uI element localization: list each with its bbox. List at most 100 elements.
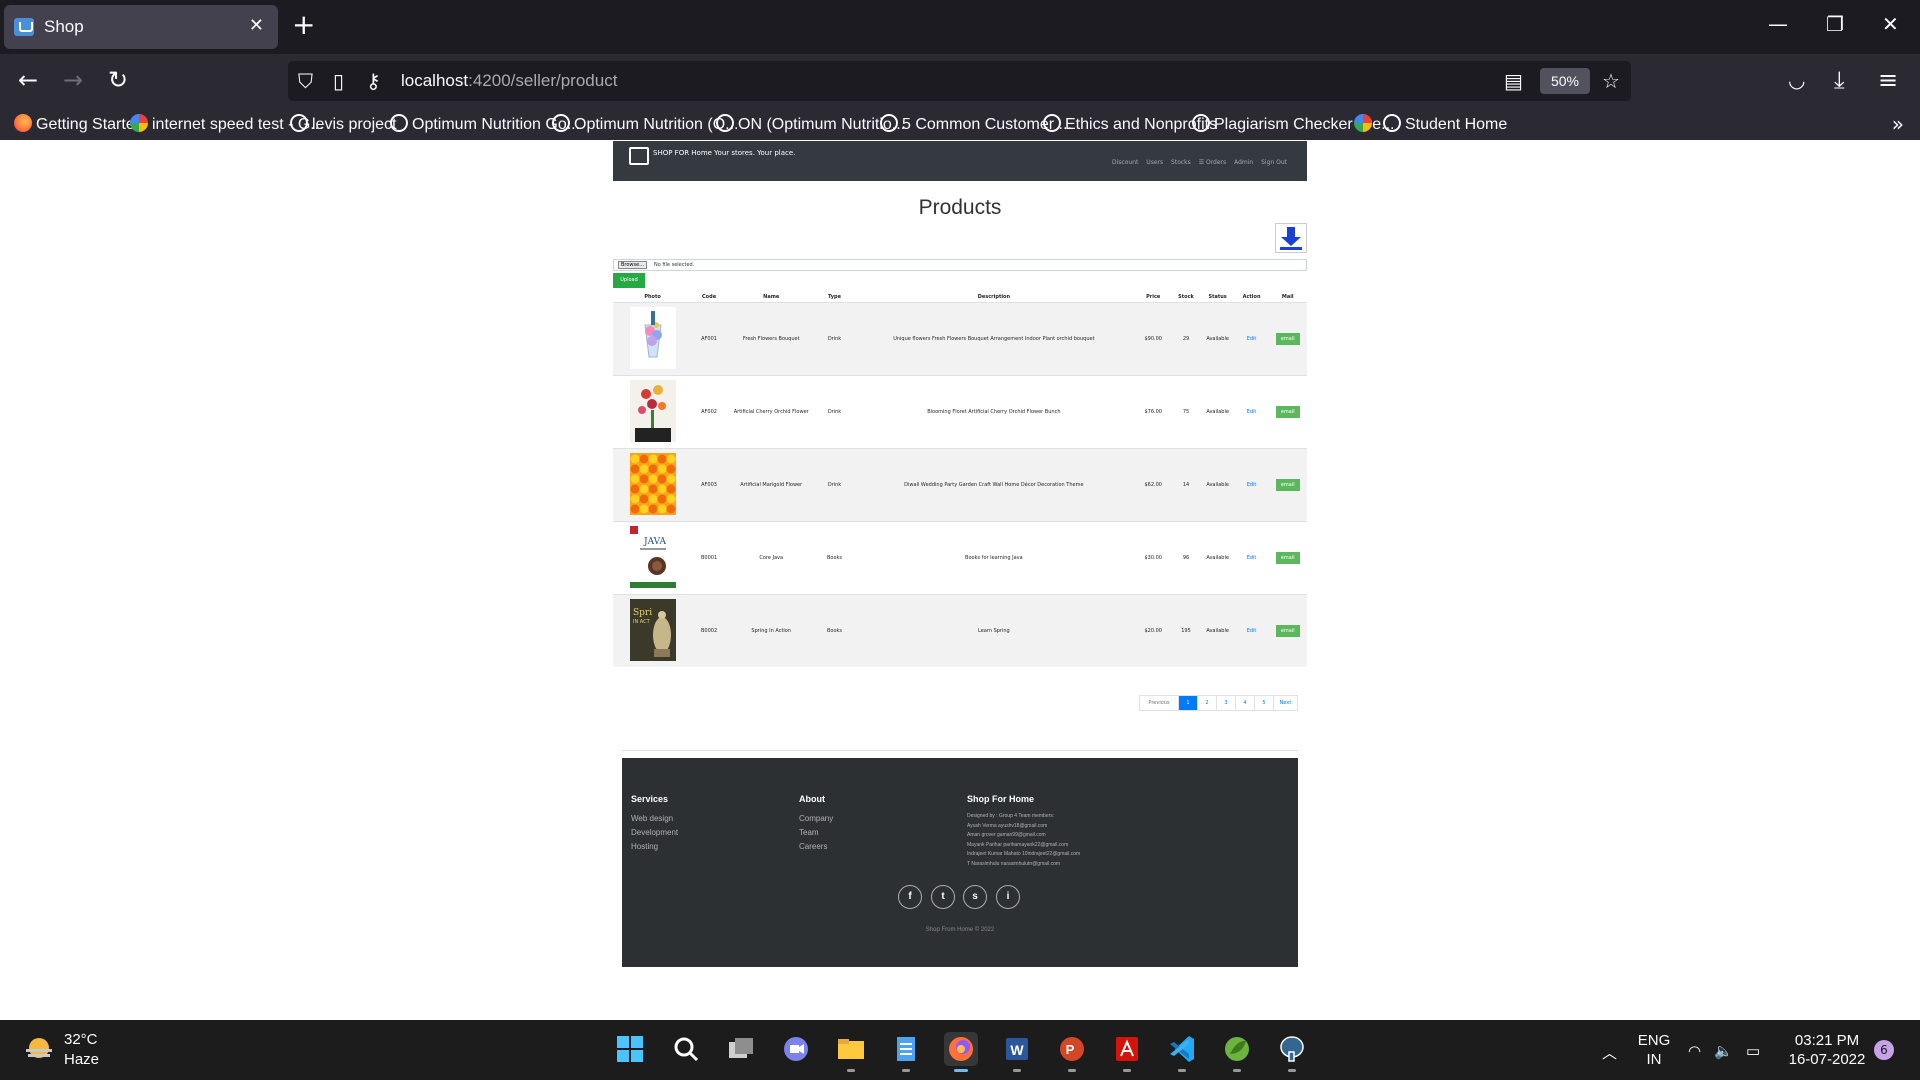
- product-stock: 29: [1171, 301, 1201, 375]
- nav-link-users[interactable]: Users: [1146, 159, 1163, 166]
- pagination-page[interactable]: 2: [1197, 696, 1216, 710]
- download-button[interactable]: [1275, 223, 1307, 253]
- product-type: Drink: [816, 447, 853, 521]
- acrobat-button[interactable]: [1110, 1032, 1144, 1072]
- email-button[interactable]: email: [1275, 405, 1300, 418]
- word-button[interactable]: W: [1000, 1032, 1034, 1072]
- pagination-page[interactable]: 3: [1216, 696, 1235, 710]
- edit-link[interactable]: Edit: [1247, 628, 1257, 634]
- pagination-page[interactable]: 1: [1178, 696, 1197, 710]
- file-explorer-button[interactable]: [834, 1032, 868, 1072]
- email-button[interactable]: email: [1275, 551, 1300, 564]
- footer: Services Web design Development Hosting …: [622, 758, 1298, 967]
- show-hidden-icons-chevron-icon[interactable]: ︿: [1602, 1042, 1617, 1063]
- browser-tab-shop[interactable]: Shop ✕: [4, 5, 278, 49]
- clock-time[interactable]: 03:21 PM: [1786, 1032, 1868, 1049]
- address-bar[interactable]: ⛉ ▯ ⚷ localhost:4200/seller/product ▤ 50…: [288, 61, 1631, 101]
- battery-charging-icon[interactable]: ▭: [1746, 1042, 1760, 1060]
- file-input[interactable]: Browse... No file selected.: [613, 259, 1307, 271]
- browse-button[interactable]: Browse...: [618, 261, 647, 269]
- pagination-page[interactable]: 5: [1254, 696, 1273, 710]
- nav-link-admin[interactable]: Admin: [1234, 159, 1253, 166]
- back-icon[interactable]: ←: [18, 66, 38, 94]
- forward-icon[interactable]: →: [63, 66, 83, 94]
- upload-button[interactable]: Upload: [613, 273, 645, 288]
- shield-icon[interactable]: ⛉: [298, 69, 313, 93]
- task-view-button[interactable]: [724, 1032, 758, 1066]
- edit-link[interactable]: Edit: [1247, 336, 1257, 342]
- bookmark-item[interactable]: Student Home: [1383, 114, 1507, 134]
- instagram-icon[interactable]: i: [996, 885, 1020, 909]
- email-button[interactable]: email: [1275, 332, 1300, 345]
- volume-icon[interactable]: 🔈: [1714, 1042, 1733, 1060]
- col-photo: Photo: [613, 292, 693, 303]
- nav-link-orders[interactable]: ☰ Orders: [1199, 159, 1226, 166]
- pagination-page[interactable]: 4: [1235, 696, 1254, 710]
- restore-icon[interactable]: ❐: [1826, 12, 1844, 36]
- spring-tool-suite-button[interactable]: [1220, 1032, 1254, 1072]
- notification-badge[interactable]: 6: [1874, 1040, 1894, 1060]
- search-button[interactable]: [669, 1032, 703, 1066]
- bookmark-item[interactable]: Getting Started: [14, 114, 144, 134]
- weather-haze-icon[interactable]: [24, 1036, 54, 1060]
- action-cell: Edit: [1234, 520, 1269, 594]
- weather-description[interactable]: Haze: [64, 1051, 99, 1068]
- url-text[interactable]: localhost:4200/seller/product: [401, 71, 617, 91]
- footer-link-careers[interactable]: Careers: [799, 840, 833, 854]
- footer-link-hosting[interactable]: Hosting: [631, 840, 678, 854]
- shop-brand[interactable]: SHOP FOR Home Your stores. Your place.: [653, 149, 795, 157]
- email-button[interactable]: email: [1275, 478, 1300, 491]
- footer-link-development[interactable]: Development: [631, 826, 678, 840]
- language-region[interactable]: IN: [1636, 1051, 1672, 1068]
- facebook-icon[interactable]: f: [898, 885, 922, 909]
- pocket-icon[interactable]: ◡: [1788, 66, 1805, 94]
- footer-link-company[interactable]: Company: [799, 812, 833, 826]
- menu-icon[interactable]: ≡: [1878, 66, 1898, 94]
- email-button[interactable]: email: [1275, 624, 1300, 637]
- twitter-icon[interactable]: t: [931, 885, 955, 909]
- new-tab-icon[interactable]: +: [292, 10, 315, 40]
- bookmark-item[interactable]: ON (Optimum Nutritio...: [716, 114, 905, 134]
- postgresql-button[interactable]: [1275, 1032, 1309, 1072]
- pagination-next[interactable]: Next: [1273, 696, 1297, 710]
- wifi-icon[interactable]: ◠: [1688, 1042, 1701, 1060]
- teams-chat-button[interactable]: [779, 1032, 813, 1066]
- powerpoint-button[interactable]: P: [1055, 1032, 1089, 1072]
- downloads-icon[interactable]: ⤓: [1834, 66, 1845, 94]
- page-icon[interactable]: ▯: [333, 69, 344, 93]
- bookmark-item[interactable]: Optimum Nutrition (O...: [552, 114, 738, 134]
- footer-link-team[interactable]: Team: [799, 826, 833, 840]
- language-indicator[interactable]: ENG: [1636, 1032, 1672, 1049]
- zoom-level[interactable]: 50%: [1540, 68, 1590, 94]
- nav-link-discount[interactable]: Discount: [1112, 159, 1138, 166]
- action-cell: Edit: [1234, 447, 1269, 521]
- reload-icon[interactable]: ↻: [108, 66, 128, 94]
- notepad-button[interactable]: [889, 1032, 923, 1072]
- vscode-button[interactable]: [1165, 1032, 1199, 1072]
- shop-cart-logo-icon[interactable]: [629, 147, 649, 165]
- edit-link[interactable]: Edit: [1247, 409, 1257, 415]
- permissions-key-icon[interactable]: ⚷: [366, 69, 381, 93]
- nav-link-stocks[interactable]: Stocks: [1171, 159, 1191, 166]
- reader-view-icon[interactable]: ▤: [1504, 69, 1523, 93]
- notepad-icon: [897, 1037, 915, 1061]
- minimize-icon[interactable]: —: [1768, 12, 1788, 36]
- close-window-icon[interactable]: ✕: [1882, 12, 1899, 36]
- firefox-button[interactable]: [944, 1032, 978, 1072]
- nav-link-sign-out[interactable]: Sign Out: [1261, 159, 1287, 166]
- more-bookmarks-icon[interactable]: »: [1892, 112, 1904, 136]
- start-button[interactable]: [613, 1032, 647, 1066]
- edit-link[interactable]: Edit: [1247, 555, 1257, 561]
- edit-link[interactable]: Edit: [1247, 482, 1257, 488]
- weather-temperature[interactable]: 32°C: [64, 1031, 98, 1048]
- close-tab-icon[interactable]: ✕: [249, 15, 264, 36]
- bookmark-item[interactable]: Ethics and Nonprofits: [1043, 114, 1217, 134]
- pagination-previous[interactable]: Previous: [1140, 696, 1178, 710]
- bookmark-item[interactable]: levis project: [290, 114, 396, 134]
- running-indicator: [902, 1069, 910, 1072]
- footer-link-web-design[interactable]: Web design: [631, 812, 678, 826]
- clock-date[interactable]: 16-07-2022: [1784, 1051, 1870, 1068]
- bookmark-item[interactable]: [1354, 114, 1376, 134]
- snapchat-icon[interactable]: s: [963, 885, 987, 909]
- bookmark-star-icon[interactable]: ☆: [1602, 69, 1620, 93]
